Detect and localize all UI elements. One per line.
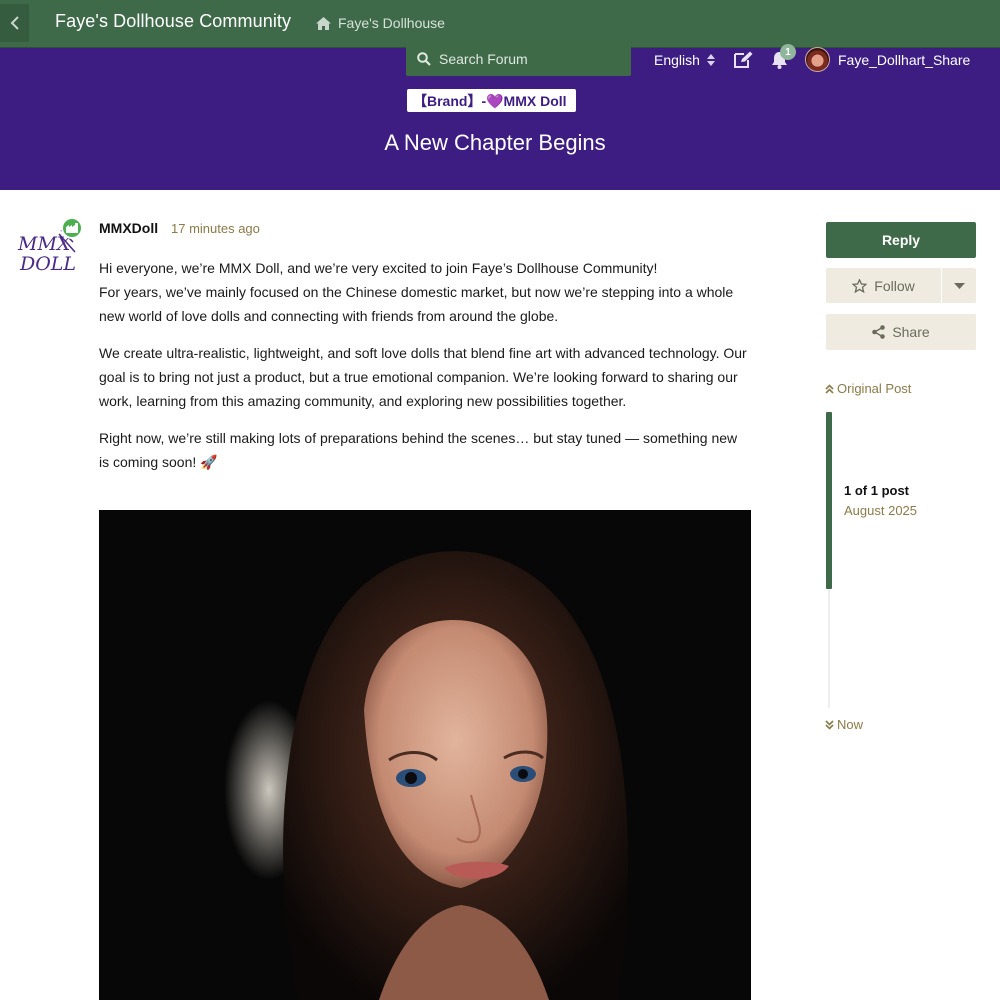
search-icon bbox=[417, 51, 431, 66]
share-label: Share bbox=[892, 324, 930, 340]
search-input[interactable]: Search Forum bbox=[406, 41, 631, 76]
user-avatar[interactable] bbox=[805, 47, 830, 72]
avatar-text-doll: DOLL bbox=[19, 253, 76, 275]
compose-icon bbox=[734, 51, 753, 68]
language-label: English bbox=[654, 52, 700, 68]
follow-label: Follow bbox=[874, 277, 915, 294]
post-content: Hi everyone, we’re MMX Doll, and we’re v… bbox=[99, 256, 749, 487]
sort-icon bbox=[706, 54, 715, 66]
timeline-date: August 2025 bbox=[844, 503, 918, 518]
jump-to-original-post[interactable]: Original Post bbox=[825, 381, 911, 396]
timeline-position: 1 of 1 post bbox=[844, 483, 910, 498]
post-author[interactable]: MMXDoll bbox=[99, 220, 158, 236]
post-paragraph-3: Right now, we’re still making lots of pr… bbox=[99, 430, 738, 470]
back-button[interactable] bbox=[0, 4, 29, 42]
post-paragraph-1-line-2: For years, we’ve mainly focused on the C… bbox=[99, 284, 734, 324]
now-label: Now bbox=[837, 717, 864, 732]
original-post-label: Original Post bbox=[837, 381, 912, 396]
topic-title[interactable]: A New Chapter Begins bbox=[0, 130, 990, 156]
post-paragraph-2: We create ultra-realistic, lightweight, … bbox=[99, 345, 747, 409]
jump-to-now[interactable]: Now bbox=[825, 717, 863, 732]
follow-options-dropdown[interactable] bbox=[942, 268, 976, 303]
compose-button[interactable] bbox=[734, 51, 753, 73]
timeline-scroll-handle[interactable] bbox=[826, 412, 832, 589]
home-link-label: Faye's Dollhouse bbox=[338, 15, 445, 31]
post-paragraph-1-line-1: Hi everyone, we’re MMX Doll, and we’re v… bbox=[99, 260, 658, 276]
post-timestamp[interactable]: 17 minutes ago bbox=[171, 221, 260, 236]
double-chevron-down-icon bbox=[825, 719, 834, 730]
double-chevron-up-icon bbox=[825, 383, 834, 394]
notification-count-badge: 1 bbox=[780, 44, 796, 60]
search-placeholder: Search Forum bbox=[439, 50, 528, 67]
avatar-text-mmx: MMX bbox=[17, 233, 72, 255]
post-image[interactable] bbox=[99, 510, 751, 1000]
category-badge[interactable]: 【Brand】-💜MMX Doll bbox=[407, 89, 576, 112]
caret-down-icon bbox=[953, 282, 965, 289]
follow-button[interactable]: Follow bbox=[826, 268, 941, 303]
reply-button[interactable]: Reply bbox=[826, 222, 976, 258]
group-flair-badge bbox=[61, 217, 83, 239]
star-icon bbox=[852, 278, 868, 293]
chevron-left-icon bbox=[10, 16, 19, 30]
post-paragraph-1: Hi everyone, we’re MMX Doll, and we’re v… bbox=[99, 256, 749, 328]
share-icon bbox=[872, 325, 886, 339]
language-selector[interactable]: English bbox=[654, 52, 715, 68]
current-username[interactable]: Faye_Dollhart_Share bbox=[838, 52, 970, 68]
site-title[interactable]: Faye's Dollhouse Community bbox=[55, 11, 291, 32]
home-icon bbox=[316, 16, 331, 30]
home-link[interactable]: Faye's Dollhouse bbox=[316, 15, 445, 31]
share-button[interactable]: Share bbox=[826, 314, 976, 350]
group-flair-icon bbox=[66, 223, 78, 233]
